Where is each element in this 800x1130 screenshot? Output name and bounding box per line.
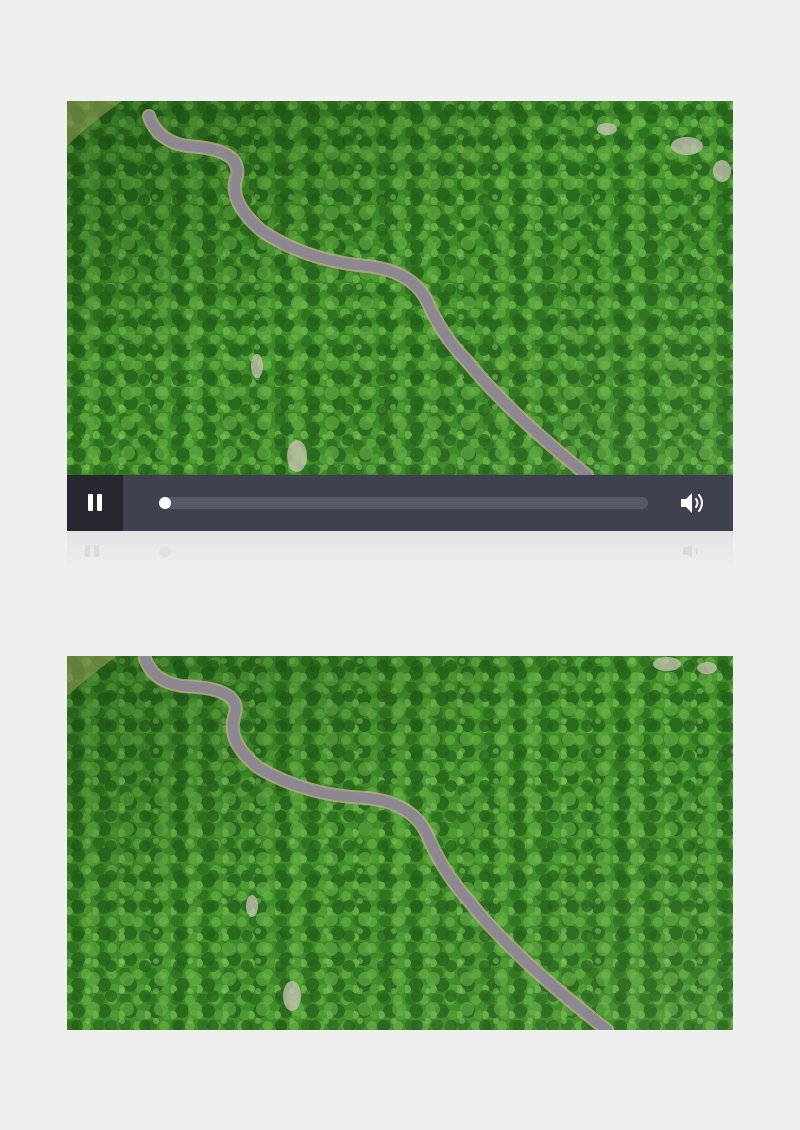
aerial-forest-road-image bbox=[67, 656, 733, 1030]
aerial-forest-road-image bbox=[67, 101, 733, 475]
pause-button[interactable] bbox=[67, 475, 123, 531]
control-bar-reflection bbox=[67, 531, 733, 569]
video-control-bar bbox=[67, 475, 733, 531]
progress-thumb[interactable] bbox=[159, 497, 171, 509]
video-frame-top[interactable] bbox=[67, 101, 733, 475]
progress-slider[interactable] bbox=[159, 497, 648, 509]
video-frame-bottom[interactable] bbox=[67, 656, 733, 1030]
volume-icon bbox=[681, 493, 703, 513]
volume-button[interactable] bbox=[677, 489, 709, 517]
